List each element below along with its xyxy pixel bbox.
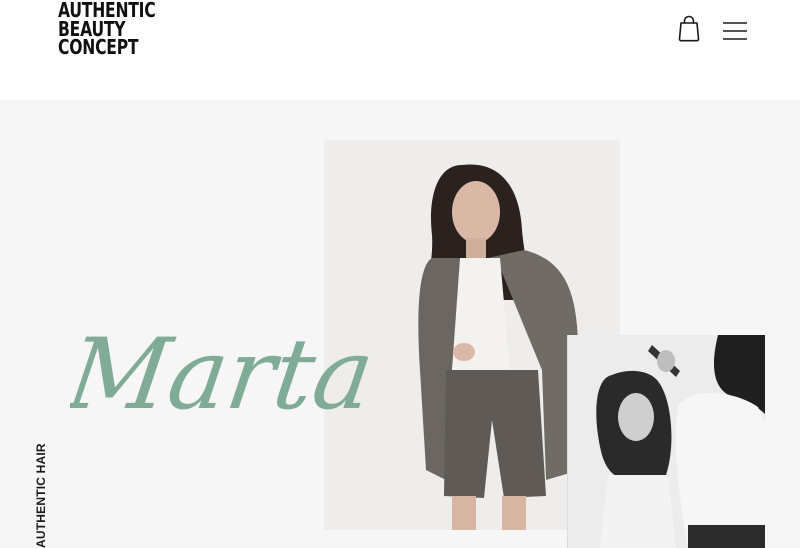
hero-name: Marta [70, 318, 370, 431]
brand-logo[interactable]: AUTHENTIC BEAUTY CONCEPT [58, 0, 158, 59]
hero-name-script: Marta [70, 318, 370, 431]
cart-button[interactable] [676, 14, 702, 42]
salon-photo [567, 335, 765, 548]
hamburger-menu-icon [723, 22, 747, 40]
site-header: AUTHENTIC BEAUTY CONCEPT [0, 0, 800, 100]
logo-line-3: CONCEPT [58, 35, 139, 59]
menu-button[interactable] [722, 20, 748, 42]
shopping-bag-icon [678, 15, 700, 42]
hero-section: Marta AUTHENTIC HAIR [0, 100, 800, 548]
side-label: AUTHENTIC HAIR [34, 443, 48, 548]
